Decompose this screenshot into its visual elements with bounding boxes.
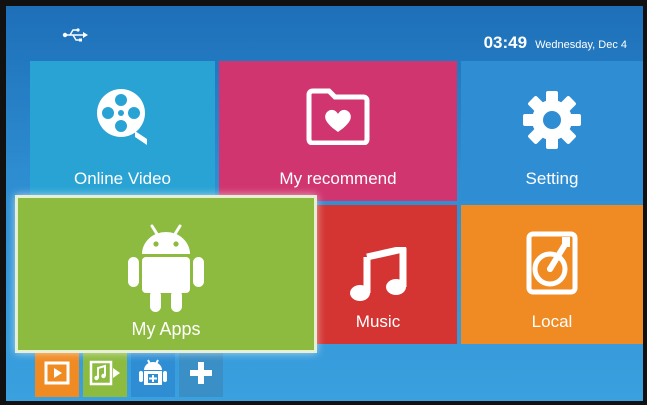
clock: 03:49 Wednesday, Dec 4 bbox=[484, 33, 627, 53]
dock-add-button[interactable] bbox=[179, 353, 223, 397]
dock-music-button[interactable] bbox=[83, 353, 127, 397]
folder-heart-icon bbox=[305, 87, 371, 150]
tile-my-recommend[interactable]: My recommend bbox=[219, 61, 457, 201]
dock-app-store-button[interactable] bbox=[131, 353, 175, 397]
status-bar: 03:49 Wednesday, Dec 4 bbox=[6, 6, 643, 56]
music-file-icon bbox=[89, 360, 121, 391]
tile-local-label: Local bbox=[531, 312, 573, 331]
tile-local[interactable]: Local bbox=[461, 205, 643, 344]
tile-setting-label: Setting bbox=[525, 169, 579, 188]
film-reel-icon bbox=[91, 83, 155, 152]
hard-disk-icon bbox=[526, 231, 578, 300]
tile-online-video-label: Online Video bbox=[73, 169, 172, 188]
tile-my-recommend-label: My recommend bbox=[279, 169, 397, 188]
launcher-screen: 03:49 Wednesday, Dec 4 Online Video My r… bbox=[6, 6, 643, 401]
app-store-icon bbox=[139, 358, 167, 393]
add-icon bbox=[188, 360, 214, 391]
tile-music[interactable]: Music bbox=[299, 205, 457, 344]
tile-music-label: Music bbox=[355, 312, 401, 331]
tile-my-apps[interactable]: My Apps bbox=[15, 195, 317, 353]
video-player-icon bbox=[44, 361, 70, 390]
shortcut-dock bbox=[35, 353, 223, 397]
dock-video-player-button[interactable] bbox=[35, 353, 79, 397]
tile-online-video[interactable]: Online Video bbox=[30, 61, 215, 201]
clock-time: 03:49 bbox=[483, 33, 528, 52]
clock-date: Wednesday, Dec 4 bbox=[535, 39, 627, 51]
tile-setting[interactable]: Setting bbox=[461, 61, 643, 201]
gear-icon bbox=[521, 89, 583, 156]
android-icon bbox=[126, 222, 206, 319]
music-note-icon bbox=[349, 245, 407, 308]
usb-icon bbox=[62, 28, 88, 47]
tile-my-apps-label: My Apps bbox=[131, 319, 201, 339]
